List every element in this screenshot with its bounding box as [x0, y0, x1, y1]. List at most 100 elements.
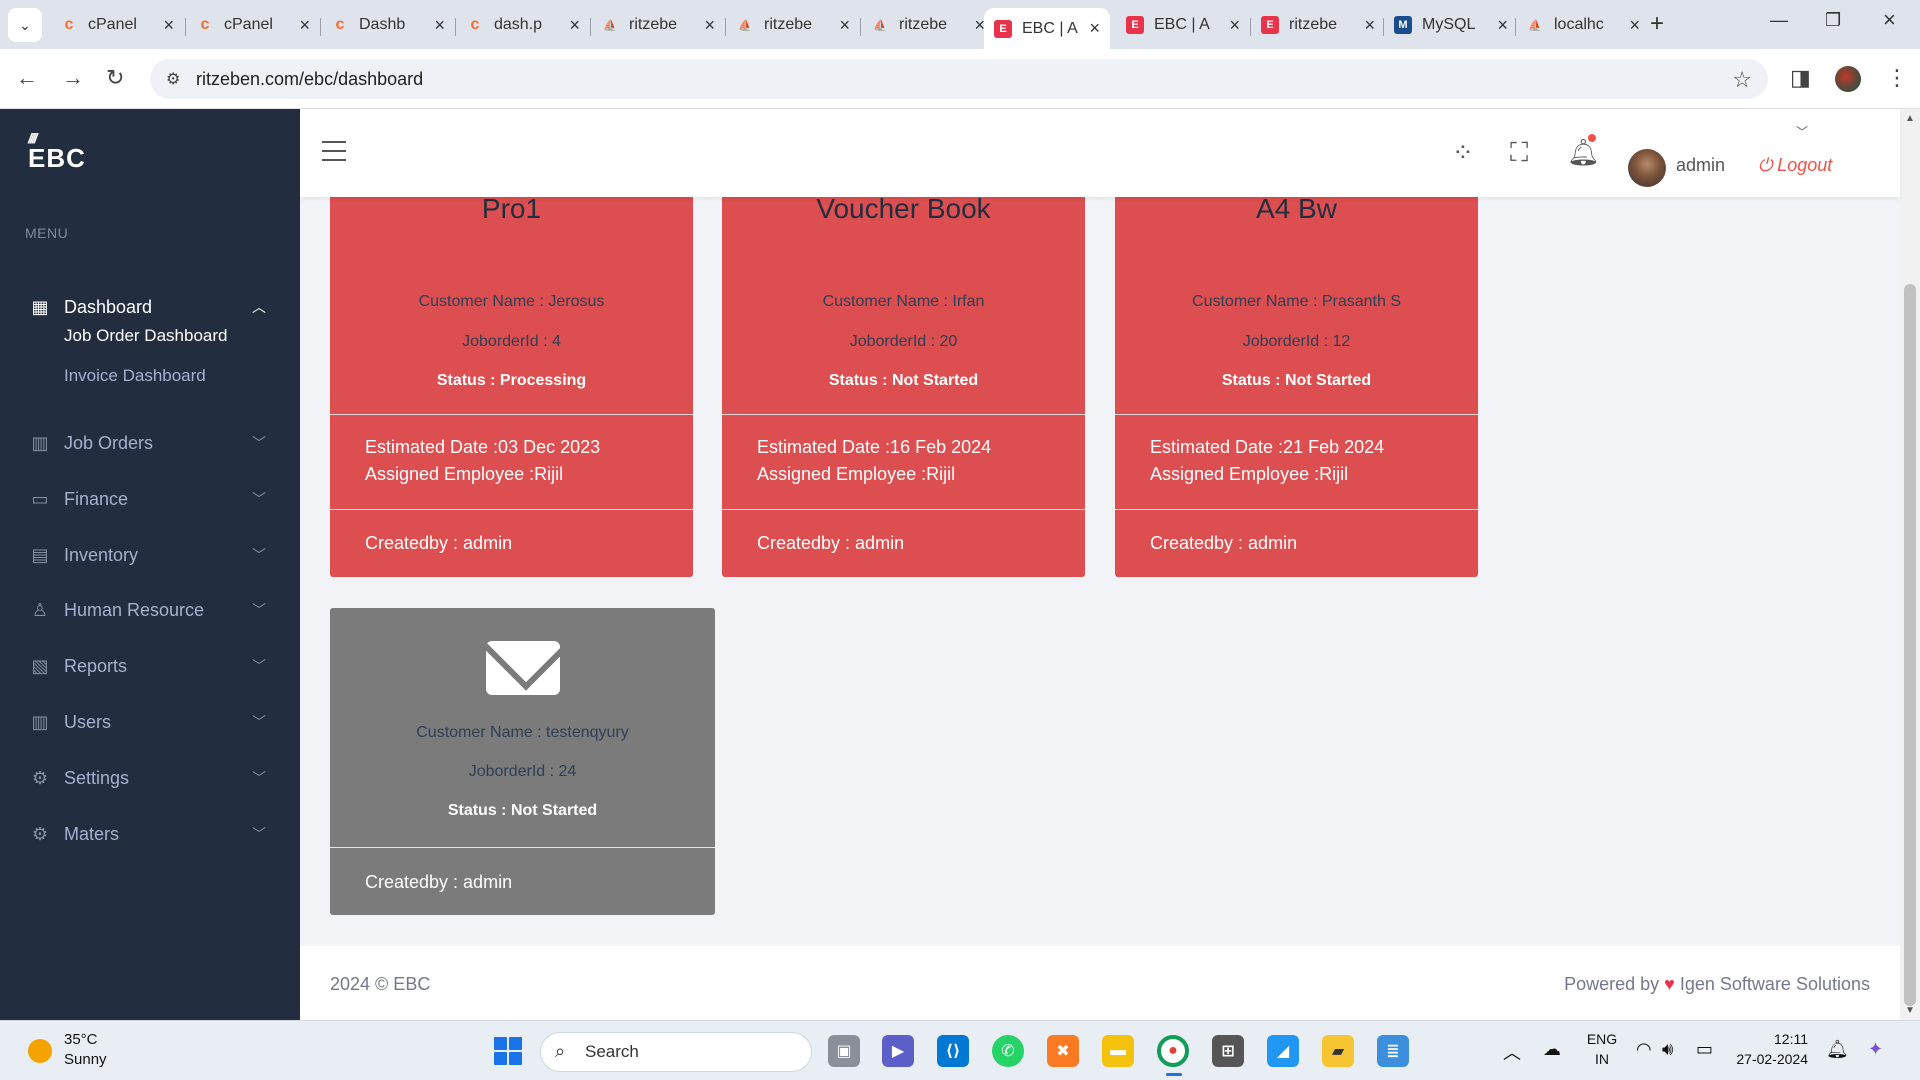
cpanel-icon: c	[200, 16, 210, 33]
copilot-icon[interactable]: ✦	[1868, 1039, 1883, 1060]
bookmark-star-icon[interactable]: ☆	[1732, 67, 1752, 93]
side-panel-icon[interactable]: ◨	[1790, 65, 1811, 91]
browser-tab[interactable]: E ritzebe ×	[1251, 8, 1385, 42]
minimize-icon[interactable]: —	[1770, 10, 1788, 31]
wifi-icon[interactable]: ◠	[1636, 1039, 1652, 1060]
tab-search-button[interactable]: ⌄	[8, 8, 42, 42]
avatar[interactable]	[1628, 149, 1666, 187]
powered-by: Powered by ♥ Igen Software Solutions	[1564, 974, 1870, 995]
close-window-icon[interactable]: ×	[1883, 7, 1896, 33]
sidebar-item-inventory[interactable]: ▤ Inventory ﹀	[0, 533, 300, 577]
card-title: Pro1	[481, 193, 542, 224]
card-divider	[1115, 509, 1478, 510]
sidebar-item-settings[interactable]: ⚙ Settings ﹀	[0, 756, 300, 800]
close-icon[interactable]: ×	[1629, 15, 1640, 36]
close-icon[interactable]: ×	[434, 15, 445, 36]
sidebar-item-reports[interactable]: ▧ Reports ﹀	[0, 644, 300, 688]
gear-icon: ⚙	[31, 823, 49, 844]
weather-condition[interactable]: Sunny	[64, 1051, 107, 1068]
new-tab-button[interactable]: +	[1650, 10, 1664, 38]
site-settings-icon[interactable]: ⚙	[166, 69, 180, 89]
notepad-icon[interactable]: ≣	[1377, 1035, 1409, 1067]
browser-tab[interactable]: ⛵ ritzebe ×	[726, 8, 860, 42]
tab-label: Dashb	[359, 16, 406, 33]
photos-icon[interactable]: ◢	[1267, 1035, 1299, 1067]
logout-button[interactable]: ⏻ Logout	[1758, 155, 1832, 176]
sidebar-item-label: Settings	[64, 767, 130, 788]
menu-toggle-icon[interactable]	[322, 141, 346, 161]
volume-icon[interactable]: 🔊︎	[1662, 1039, 1673, 1060]
browser-tab[interactable]: M MySQL ×	[1384, 8, 1518, 42]
battery-icon[interactable]: ▭	[1696, 1039, 1713, 1060]
close-icon[interactable]: ×	[1089, 18, 1100, 39]
sidebar-item-human-resource[interactable]: ♙ Human Resource ﹀	[0, 588, 300, 632]
taskbar-search[interactable]: ⌕ Search	[540, 1032, 812, 1072]
browser-tab[interactable]: ⛵ ritzebe ×	[861, 8, 995, 42]
forward-icon[interactable]: →	[62, 65, 84, 91]
clock-date[interactable]: 27-02-2024	[1728, 1051, 1808, 1067]
tab-label: dash.p	[494, 16, 543, 33]
chrome-menu-icon[interactable]: ⋮	[1886, 65, 1908, 91]
scroll-up-icon[interactable]: ▲	[1905, 113, 1915, 124]
job-order-card[interactable]: Pro1 Customer Name : Jerosus JoborderId …	[330, 147, 693, 577]
sun-icon[interactable]	[28, 1039, 52, 1063]
browser-tab-active[interactable]: E EBC | A ×	[984, 8, 1110, 49]
sidebar-subitem-invoice-dashboard[interactable]: Invoice Dashboard	[64, 366, 206, 386]
xampp-icon[interactable]: ✖	[1047, 1035, 1079, 1067]
sidebar-item-finance[interactable]: ▭ Finance ﹀	[0, 477, 300, 521]
close-icon[interactable]: ×	[1364, 15, 1375, 36]
sidebar-item-job-orders[interactable]: ▥ Job Orders ﹀	[0, 421, 300, 465]
calculator-icon[interactable]: ⊞	[1212, 1035, 1244, 1067]
profile-avatar-icon[interactable]	[1835, 66, 1861, 92]
apps-grid-icon[interactable]: ⁘	[1452, 137, 1474, 168]
sidebar-item-dashboard[interactable]: ▦ Dashboard ︿	[0, 285, 300, 329]
language-bottom[interactable]: IN	[1584, 1051, 1620, 1067]
chevron-down-icon[interactable]: ﹀	[1796, 123, 1808, 140]
user-name[interactable]: admin	[1676, 155, 1725, 176]
browser-tab[interactable]: c cPanel ×	[186, 8, 320, 42]
scroll-down-icon[interactable]: ▼	[1905, 1005, 1915, 1016]
sidebar-subitem-job-order-dashboard[interactable]: Job Order Dashboard	[64, 326, 227, 346]
job-order-card[interactable]: Voucher Book Customer Name : Irfan Jobor…	[722, 147, 1085, 577]
browser-tab[interactable]: ⛵ ritzebe ×	[591, 8, 725, 42]
task-view-icon[interactable]: ▣	[828, 1035, 860, 1067]
restore-icon[interactable]: ❐	[1825, 10, 1841, 31]
sidebar-item-maters[interactable]: ⚙ Maters ﹀	[0, 812, 300, 856]
fullscreen-icon[interactable]: ⛶	[1510, 137, 1528, 169]
teams-icon[interactable]: ▶	[882, 1035, 914, 1067]
clock-time[interactable]: 12:11	[1728, 1031, 1808, 1047]
enquiry-card[interactable]: Customer Name : testenqyury JoborderId :…	[330, 608, 715, 915]
close-icon[interactable]: ×	[163, 15, 174, 36]
browser-tab[interactable]: c dash.p ×	[456, 8, 590, 42]
close-icon[interactable]: ×	[569, 15, 580, 36]
language-top[interactable]: ENG	[1584, 1031, 1620, 1047]
browser-tab[interactable]: ⛵ localhc ×	[1516, 8, 1650, 42]
chrome-icon[interactable]: ●	[1157, 1035, 1189, 1067]
vscode-icon[interactable]: ⟨⟩	[937, 1035, 969, 1067]
browser-tab[interactable]: E EBC | A ×	[1116, 8, 1250, 42]
url-field[interactable]: ⚙ ritzeben.com/ebc/dashboard ☆	[150, 59, 1768, 99]
close-icon[interactable]: ×	[299, 15, 310, 36]
job-order-card[interactable]: A4 Bw Customer Name : Prasanth S Joborde…	[1115, 147, 1478, 577]
windows-start-icon[interactable]	[494, 1037, 522, 1065]
notification-bell-icon[interactable]: 🔔︎	[1826, 1039, 1849, 1060]
bell-icon[interactable]: 🔔︎	[1567, 137, 1600, 168]
scroll-thumb[interactable]	[1904, 284, 1916, 1006]
whatsapp-icon[interactable]: ✆	[992, 1035, 1024, 1067]
back-icon[interactable]: ←	[16, 65, 38, 91]
reload-icon[interactable]: ↻	[106, 65, 124, 91]
close-icon[interactable]: ×	[704, 15, 715, 36]
close-icon[interactable]: ×	[839, 15, 850, 36]
onedrive-icon[interactable]: ☁	[1543, 1039, 1561, 1060]
chevron-up-icon[interactable]: ︿	[1503, 1039, 1521, 1065]
weather-temperature[interactable]: 35°C	[64, 1031, 98, 1048]
browser-tab[interactable]: c cPanel ×	[50, 8, 184, 42]
close-icon[interactable]: ×	[1229, 15, 1240, 36]
close-icon[interactable]: ×	[1497, 15, 1508, 36]
sticky-notes-icon[interactable]: ▰	[1322, 1035, 1354, 1067]
page-scrollbar[interactable]: ▲ ▼	[1900, 109, 1920, 1020]
file-explorer-icon[interactable]: ▬	[1102, 1035, 1134, 1067]
ebc-logo[interactable]: //// EBC	[28, 131, 86, 174]
browser-tab[interactable]: c Dashb ×	[321, 8, 455, 42]
sidebar-item-users[interactable]: ▥ Users ﹀	[0, 700, 300, 744]
